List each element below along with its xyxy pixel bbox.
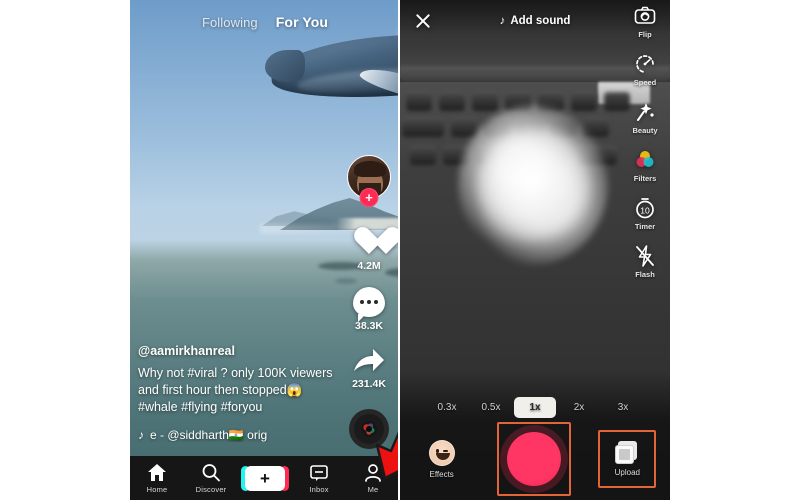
- music-note-icon: ♪: [499, 15, 506, 27]
- profile-avatar-button[interactable]: +: [347, 155, 391, 207]
- gallery-stack-icon[interactable]: [615, 441, 639, 465]
- heart-icon: [352, 225, 386, 257]
- tool-speed[interactable]: Speed: [622, 52, 668, 87]
- record-hole: [366, 426, 372, 432]
- upload-button-highlight: Upload: [598, 430, 657, 488]
- comment-bubble-icon: [353, 287, 385, 322]
- upload-label: Upload: [614, 468, 640, 477]
- tool-filters[interactable]: Filters: [622, 148, 668, 183]
- effects-button[interactable]: Effects: [414, 439, 470, 479]
- zoom-chip-0.5x[interactable]: 0.5x: [470, 397, 512, 418]
- music-title: e - @siddharth🇮🇳 orig: [150, 428, 268, 442]
- home-icon: [148, 463, 166, 481]
- screenshot-root: Following For You + 4.2M 38.3K 231.4K @a…: [0, 0, 800, 500]
- avatar-hair: [354, 161, 386, 177]
- music-note-icon: ♪: [138, 428, 144, 442]
- panel-divider: [398, 0, 400, 500]
- inbox-icon: [310, 464, 328, 481]
- tool-label-flip: Flip: [638, 30, 652, 39]
- red-arrow-icon: [375, 426, 400, 480]
- add-sound-label: Add sound: [510, 15, 571, 27]
- tool-label-timer: Timer: [634, 222, 656, 231]
- create-plus-button[interactable]: +: [241, 465, 289, 491]
- close-x-icon[interactable]: [414, 12, 432, 30]
- zoom-chip-2x[interactable]: 2x: [558, 397, 600, 418]
- search-icon: [202, 463, 220, 481]
- flash-off-icon: [636, 245, 654, 267]
- nav-label-discover: Discover: [195, 484, 227, 494]
- feed-tab-bar: Following For You: [130, 14, 400, 30]
- nav-item-inbox[interactable]: Inbox: [292, 463, 346, 494]
- add-sound-button[interactable]: ♪ Add sound: [500, 15, 571, 27]
- tool-flash[interactable]: Flash: [622, 244, 668, 279]
- zoom-chip-3x[interactable]: 3x: [602, 397, 644, 418]
- bottom-navigation: Home Discover + Inbox Me: [130, 456, 400, 500]
- zoom-level-selector: 0.3x 0.5x 1x 2x 3x: [400, 397, 670, 418]
- like-button[interactable]: 4.2M: [352, 225, 386, 272]
- smiley-face-icon: [428, 439, 455, 466]
- camera-flip-icon: [634, 6, 656, 24]
- timer-icon: 10: [636, 198, 654, 219]
- comment-button[interactable]: 38.3K: [353, 287, 385, 332]
- whale-head: [265, 50, 305, 82]
- tool-label-filters: Filters: [633, 174, 657, 183]
- post-caption: Why not #viral ? only 100K viewers and f…: [138, 366, 333, 414]
- like-count: 4.2M: [357, 260, 381, 272]
- tool-label-flash: Flash: [635, 270, 655, 279]
- camera-bottom-controls: Effects Upload: [400, 420, 670, 498]
- tool-label-beauty: Beauty: [632, 126, 658, 135]
- effects-label: Effects: [429, 469, 454, 479]
- svg-text:10: 10: [640, 206, 650, 216]
- camera-tools-rail: Flip Speed Beauty Filters 10 Timer Flash: [622, 4, 668, 292]
- fluffy-object-core: [478, 128, 590, 246]
- tab-for-you[interactable]: For You: [276, 14, 328, 30]
- tiktok-camera-screen: ♪ Add sound Flip Speed Beauty Filters 10…: [400, 0, 670, 500]
- nav-label-home: Home: [146, 484, 168, 494]
- nav-label-me: Me: [367, 484, 379, 494]
- record-button-highlight: [496, 422, 571, 496]
- tiktok-feed-screen: Following For You + 4.2M 38.3K 231.4K @a…: [130, 0, 400, 500]
- tool-beauty[interactable]: Beauty: [622, 100, 668, 135]
- record-button[interactable]: [506, 432, 561, 486]
- nav-label-inbox: Inbox: [309, 484, 329, 494]
- flying-whale-graphic: [263, 22, 400, 120]
- zoom-chip-1x[interactable]: 1x: [514, 397, 556, 418]
- nav-item-discover[interactable]: Discover: [184, 463, 238, 494]
- tool-label-speed: Speed: [633, 78, 657, 87]
- create-slot: +: [238, 465, 292, 491]
- filters-circles-icon: [636, 151, 654, 167]
- author-handle[interactable]: @aamirkhanreal: [138, 344, 334, 358]
- post-info: @aamirkhanreal Why not #viral ? only 100…: [138, 344, 334, 442]
- nav-item-home[interactable]: Home: [130, 463, 184, 494]
- tool-timer[interactable]: 10 Timer: [622, 196, 668, 231]
- music-row[interactable]: ♪ e - @siddharth🇮🇳 orig: [138, 428, 334, 442]
- tab-following[interactable]: Following: [202, 15, 258, 30]
- follow-plus-badge[interactable]: +: [359, 188, 379, 207]
- tool-flip[interactable]: Flip: [622, 4, 668, 39]
- beauty-wand-icon: [637, 103, 654, 121]
- speed-icon: [636, 55, 654, 73]
- zoom-chip-0.3x[interactable]: 0.3x: [426, 397, 468, 418]
